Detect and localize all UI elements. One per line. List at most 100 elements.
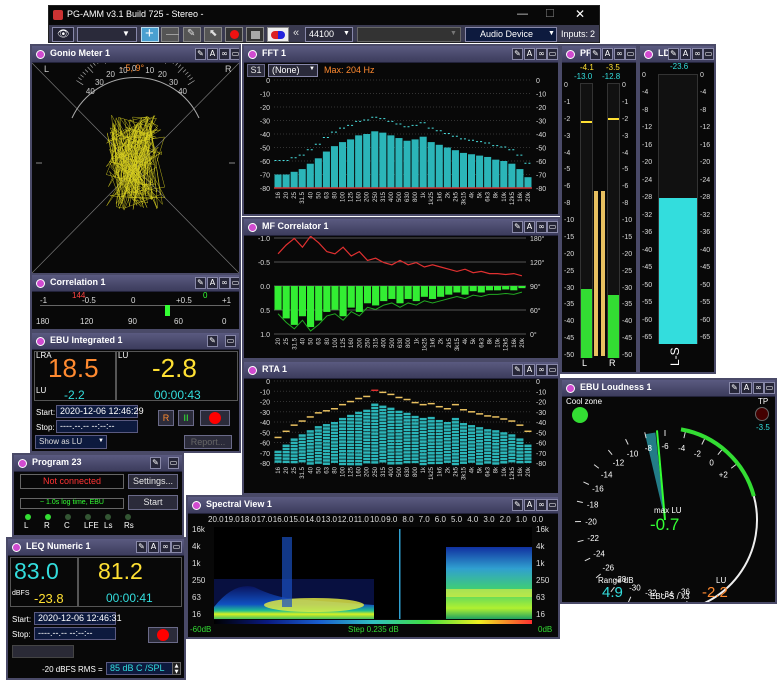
minimize-icon[interactable]: — <box>517 8 528 20</box>
spectral-titlebar[interactable]: Spectral View 1 ✎ A ∞ ▭ <box>188 497 558 514</box>
s1-button[interactable]: S1 <box>247 64 265 77</box>
pin-icon[interactable] <box>18 459 27 468</box>
pin-icon[interactable] <box>36 337 45 346</box>
pin-icon[interactable] <box>566 384 575 393</box>
record-button[interactable] <box>200 410 230 426</box>
rta-segment <box>274 450 282 454</box>
magnet-button[interactable] <box>267 27 289 42</box>
record-button[interactable] <box>148 627 178 643</box>
sample-rate-select[interactable]: 44100 ▼ <box>305 27 353 42</box>
correlation-titlebar[interactable]: Correlation 1 ✎ A ∞ ▭ <box>32 275 239 292</box>
window-icon[interactable]: ▭ <box>230 48 239 60</box>
a-icon[interactable]: A <box>524 221 535 233</box>
window-icon[interactable]: ▭ <box>547 364 558 376</box>
device-select[interactable]: Audio Device ▼ <box>465 27 557 42</box>
link-icon[interactable]: ∞ <box>219 277 230 289</box>
pin-button[interactable]: ⬉ <box>204 27 222 42</box>
tools-button[interactable]: ✎ <box>183 27 201 42</box>
window-icon[interactable]: ▭ <box>171 541 182 553</box>
link-icon[interactable]: ∞ <box>219 48 230 60</box>
a-icon[interactable]: A <box>524 364 535 376</box>
link-icon[interactable]: ∞ <box>692 48 703 60</box>
link-icon[interactable]: ∞ <box>536 364 547 376</box>
window-icon[interactable]: ▭ <box>764 382 775 394</box>
pin-icon[interactable] <box>248 50 257 59</box>
stop-button[interactable] <box>246 27 264 42</box>
program-titlebar[interactable]: Program 23 ✎ ▭ <box>14 455 182 472</box>
a-icon[interactable]: A <box>741 382 752 394</box>
edit-icon[interactable]: ✎ <box>729 382 740 394</box>
a-icon[interactable]: A <box>680 48 691 60</box>
stop-field[interactable]: ----.--.-- --:--:-- <box>34 627 116 640</box>
link-icon[interactable]: ∞ <box>536 221 547 233</box>
window-icon[interactable]: ▭ <box>230 277 239 289</box>
window-icon[interactable]: ▭ <box>625 48 636 60</box>
source-select[interactable]: (None) ▼ <box>268 64 318 77</box>
pin-icon[interactable] <box>192 501 201 510</box>
start-field[interactable]: 2020-12-06 12:46:31 <box>34 612 122 625</box>
fft-titlebar[interactable]: FFT 1 ✎ A ∞ ▭ <box>244 46 558 63</box>
view-dropdown[interactable]: ▼ <box>77 27 137 42</box>
edit-icon[interactable]: ✎ <box>150 457 161 469</box>
ebu-loudness-titlebar[interactable]: EBU Loudness 1 ✎ A ∞ ▭ <box>562 380 775 397</box>
start-button[interactable]: Start <box>128 495 178 510</box>
maximize-icon[interactable]: ☐ <box>545 7 555 20</box>
rta-titlebar[interactable]: RTA 1 ✎ A ∞ ▭ <box>244 362 558 379</box>
a-icon[interactable]: A <box>524 48 535 60</box>
eye-button[interactable]: 👁 <box>52 27 74 42</box>
add-button[interactable]: + <box>141 25 159 42</box>
ld-titlebar[interactable]: LD ✎ A ∞ ▭ <box>640 46 714 63</box>
edit-icon[interactable]: ✎ <box>590 48 601 60</box>
spl-field[interactable]: 85 dB C /SPL <box>106 662 174 675</box>
window-icon[interactable]: ▭ <box>547 221 558 233</box>
pin-icon[interactable] <box>36 50 45 59</box>
window-icon[interactable]: ▭ <box>225 335 236 347</box>
edit-icon[interactable]: ✎ <box>512 364 523 376</box>
window-icon[interactable]: ▭ <box>168 457 179 469</box>
pin-icon[interactable] <box>12 543 21 552</box>
pin-icon[interactable] <box>36 279 45 288</box>
link-icon[interactable]: ∞ <box>536 499 547 511</box>
pin-icon[interactable] <box>248 366 257 375</box>
spin-stepper[interactable]: ▲ ▼ <box>172 662 181 675</box>
link-icon[interactable]: ∞ <box>753 382 764 394</box>
link-icon[interactable]: ∞ <box>160 541 171 553</box>
reset-button[interactable]: R <box>158 410 174 426</box>
report-button[interactable]: Report... <box>184 435 232 449</box>
pause-button[interactable]: II <box>178 410 194 426</box>
edit-icon[interactable]: ✎ <box>195 277 206 289</box>
close-icon[interactable]: ✕ <box>575 7 585 21</box>
pin-icon[interactable] <box>566 50 575 59</box>
gonio-titlebar[interactable]: Gonio Meter 1 ✎ A ∞ ▭ <box>32 46 239 63</box>
stop-field[interactable]: ----.--.-- --:--:-- <box>56 420 138 433</box>
ebu-integrated-titlebar[interactable]: EBU Integrated 1 ✎ ▭ <box>32 333 239 350</box>
mf-titlebar[interactable]: MF Correlator 1 ✎ A ∞ ▭ <box>244 219 558 236</box>
settings-button[interactable]: Settings... <box>128 474 178 489</box>
window-icon[interactable]: ▭ <box>547 48 558 60</box>
a-icon[interactable]: A <box>602 48 613 60</box>
start-field[interactable]: 2020-12-06 12:46:29 <box>56 405 144 418</box>
edit-icon[interactable]: ✎ <box>195 48 206 60</box>
edit-icon[interactable]: ✎ <box>512 221 523 233</box>
pin-icon[interactable] <box>248 223 257 232</box>
leq-titlebar[interactable]: LEQ Numeric 1 ✎ A ∞ ▭ <box>8 539 184 556</box>
a-icon[interactable]: A <box>148 541 159 553</box>
a-icon[interactable]: A <box>524 499 535 511</box>
pp-titlebar[interactable]: PP ✎ A ∞ ▭ <box>562 46 636 63</box>
link-icon[interactable]: ∞ <box>614 48 625 60</box>
record-button[interactable] <box>225 27 243 42</box>
remove-button[interactable]: — <box>161 26 179 42</box>
rewind-icon[interactable]: « <box>293 27 299 39</box>
edit-icon[interactable]: ✎ <box>512 499 523 511</box>
a-icon[interactable]: A <box>207 277 218 289</box>
edit-icon[interactable]: ✎ <box>136 541 147 553</box>
pin-icon[interactable] <box>644 50 653 59</box>
show-as-select[interactable]: Show as LU ▼ <box>35 435 107 449</box>
edit-icon[interactable]: ✎ <box>207 335 218 347</box>
window-icon[interactable]: ▭ <box>547 499 558 511</box>
edit-icon[interactable]: ✎ <box>512 48 523 60</box>
edit-icon[interactable]: ✎ <box>668 48 679 60</box>
a-icon[interactable]: A <box>207 48 218 60</box>
link-icon[interactable]: ∞ <box>536 48 547 60</box>
window-icon[interactable]: ▭ <box>703 48 714 60</box>
